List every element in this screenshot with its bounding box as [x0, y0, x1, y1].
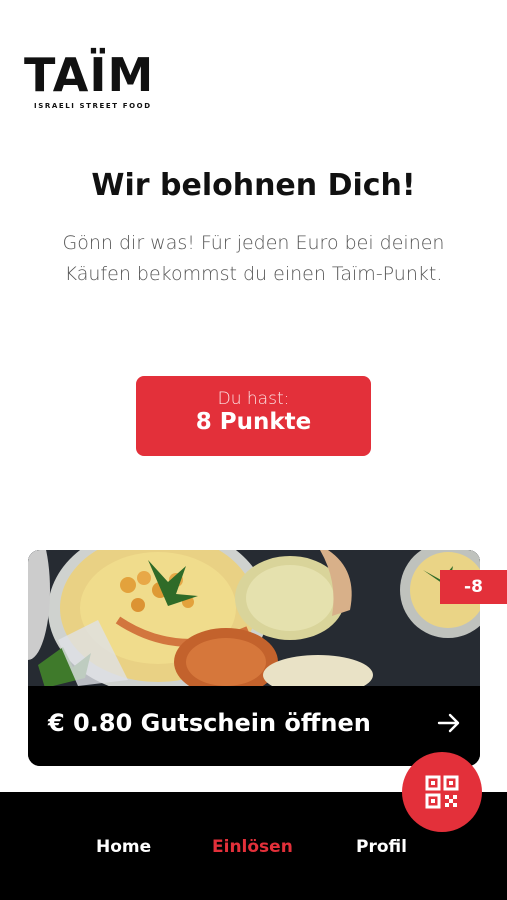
voucher-food-image — [28, 550, 480, 696]
nav-profile[interactable]: Profil — [356, 837, 407, 857]
brand-name: TAÏM — [24, 48, 155, 102]
nav-home[interactable]: Home — [96, 837, 151, 857]
nav-redeem[interactable]: Einlösen — [212, 837, 293, 857]
arrow-right-icon — [437, 713, 460, 733]
voucher-cost-badge: -8 — [440, 570, 507, 604]
points-value: 8 Punkte — [195, 409, 312, 435]
page-title: Wir belohnen Dich! — [91, 168, 416, 203]
voucher-title: € 0.80 Gutschein öffnen — [48, 709, 371, 737]
page-description: Gönn dir was! Für jeden Euro bei deinen … — [62, 232, 445, 285]
voucher-footer[interactable]: € 0.80 Gutschein öffnen — [28, 686, 480, 766]
points-label: Du hast: — [217, 389, 290, 409]
brand-tagline: ISRAELI STREET FOOD — [34, 102, 152, 110]
points-balance-card: Du hast: 8 Punkte — [136, 376, 371, 456]
voucher-card[interactable]: € 0.80 Gutschein öffnen — [28, 550, 480, 766]
brand-logo: TAÏM ISRAELI STREET FOOD — [24, 52, 164, 110]
qr-code-button[interactable] — [402, 752, 482, 832]
qr-code-icon — [425, 775, 459, 809]
